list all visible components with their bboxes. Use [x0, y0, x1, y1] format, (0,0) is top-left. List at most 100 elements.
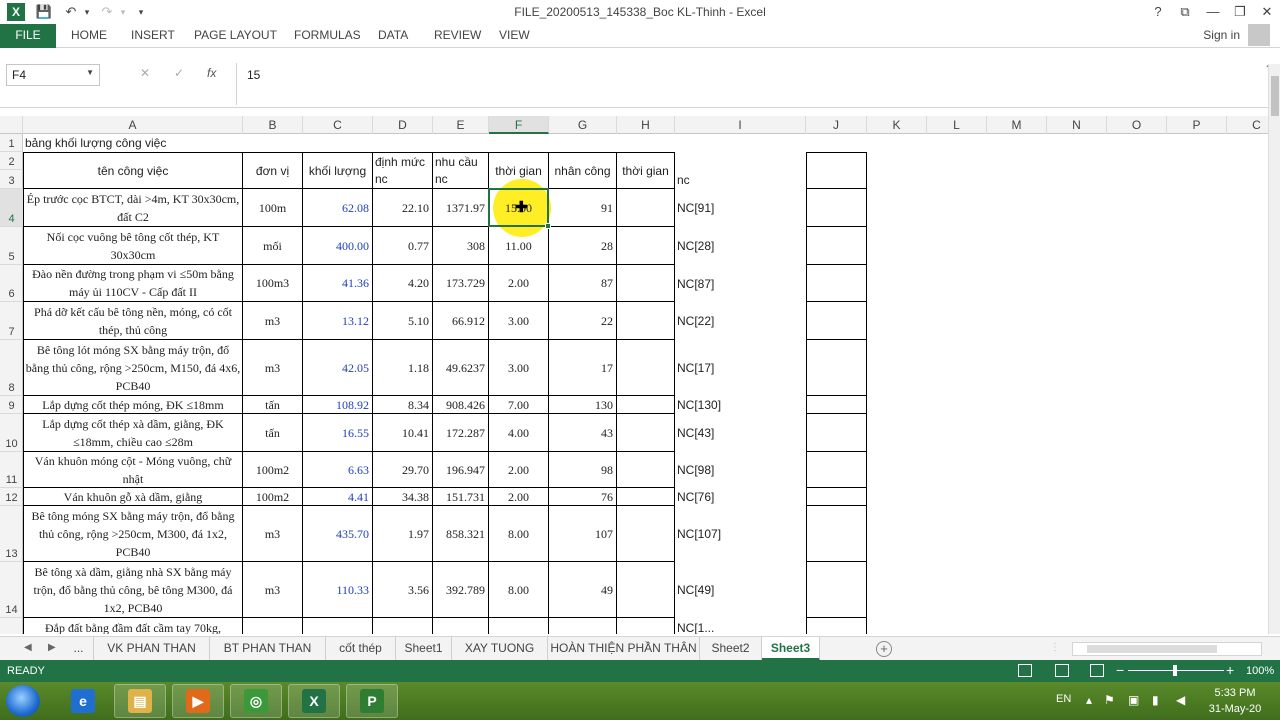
sheet-title[interactable]: bảng khối lượng công việc	[23, 134, 373, 152]
task-name[interactable]: Phá dỡ kết cấu bê tông nền, móng, có cốt…	[23, 302, 243, 340]
redo-dropdown-icon[interactable]: ▾	[114, 3, 132, 21]
customize-qat-icon[interactable]: ▾	[132, 3, 150, 21]
page-layout-view-icon[interactable]	[1055, 664, 1069, 677]
taskbar-app[interactable]: ▶	[172, 684, 224, 718]
row-header[interactable]: 1	[0, 134, 23, 152]
sheet-tab[interactable]: VK PHAN THAN	[94, 637, 210, 661]
tab-home[interactable]: HOME	[71, 28, 107, 42]
task-norm[interactable]: 3.56	[373, 562, 433, 618]
task-time-h[interactable]	[617, 340, 675, 396]
ribbon-display-icon[interactable]: ⧉	[1174, 2, 1196, 22]
task-quantity[interactable]: 62.08	[303, 189, 373, 227]
avatar[interactable]	[1248, 24, 1270, 46]
task-time-h[interactable]	[617, 265, 675, 302]
sheet-tab[interactable]: XAY TUONG	[452, 637, 548, 661]
task-name[interactable]: Bê tông xà dầm, giằng nhà SX bằng máy tr…	[23, 562, 243, 618]
task-time[interactable]: 3.00	[489, 340, 549, 396]
task-need[interactable]: 858.321	[433, 506, 489, 562]
task-name[interactable]: Ép trước cọc BTCT, dài >4m, KT 30x30cm, …	[23, 189, 243, 227]
clock-date[interactable]: 31-May-20	[1204, 703, 1266, 715]
zoom-out-button[interactable]: −	[1116, 662, 1124, 678]
sheet-tab[interactable]: BT PHAN THAN	[210, 637, 326, 661]
task-quantity[interactable]: 13.12	[303, 302, 373, 340]
task-labor[interactable]	[549, 618, 617, 634]
header-nc[interactable]: nc	[675, 170, 806, 189]
fill-handle[interactable]	[545, 223, 551, 229]
task-norm[interactable]	[373, 618, 433, 634]
horizontal-scrollbar[interactable]	[1072, 642, 1262, 656]
task-quantity[interactable]: 6.63	[303, 452, 373, 488]
taskbar-app[interactable]: e	[57, 684, 109, 718]
column-header[interactable]: N	[1047, 116, 1107, 134]
task-time[interactable]: 2.00	[489, 488, 549, 506]
sheet-tab-more[interactable]: ...	[64, 637, 94, 661]
task-unit[interactable]: m3	[243, 506, 303, 562]
task-col-j[interactable]	[806, 414, 867, 452]
task-norm[interactable]: 5.10	[373, 302, 433, 340]
sheet-tab[interactable]: Sheet3	[762, 637, 820, 661]
zoom-level[interactable]: 100%	[1246, 665, 1274, 677]
column-header[interactable]: J	[806, 116, 867, 134]
task-nc-ref[interactable]: NC[107]	[675, 506, 806, 562]
column-header[interactable]: E	[433, 116, 489, 134]
column-header[interactable]: B	[243, 116, 303, 134]
row-header[interactable]: 3	[0, 170, 23, 189]
tab-file[interactable]: FILE	[0, 24, 56, 48]
task-unit[interactable]: 100m	[243, 189, 303, 227]
task-unit[interactable]: m3	[243, 340, 303, 396]
task-need[interactable]: 1371.97	[433, 189, 489, 227]
task-time[interactable]: 2.00	[489, 265, 549, 302]
task-need[interactable]: 49.6237	[433, 340, 489, 396]
task-need[interactable]: 308	[433, 227, 489, 265]
tab-formulas[interactable]: FORMULAS	[294, 28, 361, 42]
scroll-thumb[interactable]	[1271, 76, 1279, 116]
task-col-j[interactable]	[806, 227, 867, 265]
task-unit[interactable]: 100m2	[243, 452, 303, 488]
task-nc-ref[interactable]: NC[76]	[675, 488, 806, 506]
header-dinh-muc[interactable]: định mức	[373, 152, 433, 170]
task-unit[interactable]	[243, 618, 303, 634]
network-icon[interactable]: ▮	[1152, 693, 1159, 707]
column-header[interactable]: O	[1107, 116, 1167, 134]
task-name[interactable]: Lắp dựng cốt thép móng, ĐK ≤18mm	[23, 396, 243, 414]
column-header[interactable]: K	[867, 116, 927, 134]
task-name[interactable]: Bê tông móng SX bằng máy trộn, đổ bằng t…	[23, 506, 243, 562]
task-name[interactable]: Nối cọc vuông bê tông cốt thép, KT 30x30…	[23, 227, 243, 265]
column-header[interactable]: I	[675, 116, 806, 134]
cell-area[interactable]: bảng khối lượng công việc tên công việc đơ…	[23, 134, 1268, 634]
tray-up-icon[interactable]: ▴	[1086, 693, 1092, 707]
header-nhan-cong[interactable]: nhân công	[549, 152, 617, 189]
row-header[interactable]: 8	[0, 340, 23, 396]
task-need[interactable]: 173.729	[433, 265, 489, 302]
vertical-scrollbar[interactable]	[1268, 64, 1280, 634]
task-name[interactable]: Ván khuôn gỗ xà dầm, giằng	[23, 488, 243, 506]
task-labor[interactable]: 107	[549, 506, 617, 562]
task-quantity[interactable]: 4.41	[303, 488, 373, 506]
header-nhu-cau-nc[interactable]: nc	[433, 170, 489, 189]
task-name[interactable]: Bê tông lót móng SX bằng máy trộn, đổ bằ…	[23, 340, 243, 396]
task-norm[interactable]: 4.20	[373, 265, 433, 302]
task-time[interactable]: 4.00	[489, 414, 549, 452]
column-header[interactable]: P	[1167, 116, 1227, 134]
spreadsheet-grid[interactable]: ABCDEFGHIJKLMNOPC 1 2 3 4 5 6 7 8 9 10 11 12 13 14 bả…	[0, 116, 1268, 634]
help-icon[interactable]: ?	[1147, 2, 1169, 22]
task-nc-ref[interactable]: NC[17]	[675, 340, 806, 396]
task-need[interactable]: 392.789	[433, 562, 489, 618]
column-header[interactable]: M	[987, 116, 1047, 134]
task-quantity[interactable]: 42.05	[303, 340, 373, 396]
sheet-tab[interactable]: HOÀN THIỆN PHẦN THÂN	[548, 637, 700, 661]
column-header[interactable]: C	[303, 116, 373, 134]
task-unit[interactable]: mối	[243, 227, 303, 265]
formula-input[interactable]: 15	[236, 63, 1266, 105]
sheet-nav-next-icon[interactable]: ▶	[48, 642, 56, 653]
task-nc-ref[interactable]: NC[98]	[675, 452, 806, 488]
chevron-down-icon[interactable]: ▼	[86, 68, 94, 77]
flag-icon[interactable]: ⚑	[1104, 693, 1115, 707]
task-norm[interactable]: 8.34	[373, 396, 433, 414]
zoom-in-button[interactable]: +	[1226, 662, 1234, 678]
task-time-h[interactable]	[617, 227, 675, 265]
page-break-view-icon[interactable]	[1090, 664, 1104, 677]
header-thoi-gian[interactable]: thời gian	[489, 152, 549, 189]
add-sheet-icon[interactable]: +	[876, 641, 892, 657]
task-time[interactable]: 2.00	[489, 452, 549, 488]
